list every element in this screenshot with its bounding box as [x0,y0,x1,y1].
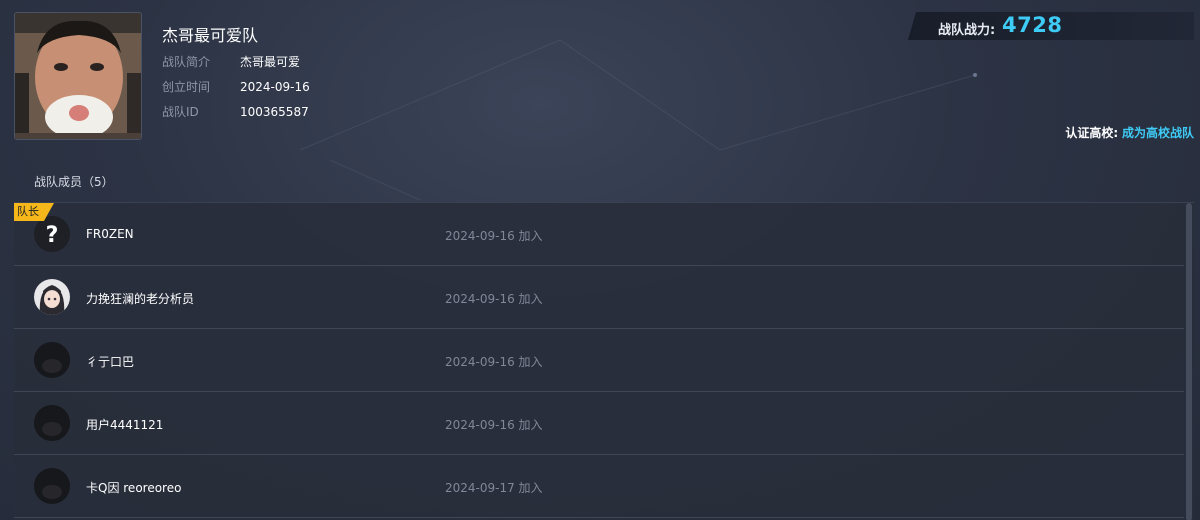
certified-school-row: 认证高校: 成为高校战队 [1065,124,1194,141]
team-id-row: 战队ID 100365587 [162,103,309,120]
dark-avatar-icon [34,342,70,378]
created-value: 2024-09-16 [240,80,310,94]
team-power-box: 战队战力: 4728 [908,12,1194,40]
member-name[interactable]: 卡Q因 reoreoreo [86,479,181,496]
member-join-date: 2024-09-16 加入 [445,292,543,306]
question-mark-avatar-icon: ? [34,216,70,252]
member-row[interactable]: 彳亍口巴 2024-09-16 加入 [14,329,1184,392]
anime-girl-avatar-icon [34,279,70,315]
member-list-scrollbar[interactable] [1186,203,1192,520]
dark-avatar-icon [34,468,70,504]
member-name[interactable]: 用户4441121 [86,416,163,433]
intro-label: 战队简介 [162,55,211,69]
svg-text:?: ? [46,223,59,248]
team-avatar [14,12,142,140]
team-intro-row: 战队简介 杰哥最可爱 [162,53,300,70]
member-row[interactable]: ? FR0ZEN 2024-09-16 加入 [14,203,1184,266]
member-row[interactable]: 力挽狂澜的老分析员 2024-09-16 加入 [14,266,1184,329]
intro-value: 杰哥最可爱 [240,55,301,69]
power-label: 战队战力: [938,23,996,38]
dark-avatar-icon [34,405,70,441]
team-id-label: 战队ID [162,105,199,119]
member-join-date: 2024-09-16 加入 [445,418,543,432]
power-value: 4728 [1002,13,1063,37]
become-school-team-link[interactable]: 成为高校战队 [1122,126,1194,140]
member-name[interactable]: FR0ZEN [86,227,134,241]
member-join-date: 2024-09-16 加入 [445,355,543,369]
member-join-date: 2024-09-16 加入 [445,229,543,243]
team-name: 杰哥最可爱队 [162,26,259,45]
created-label: 创立时间 [162,80,211,94]
member-join-date: 2024-09-17 加入 [445,481,543,495]
members-title: 战队成员（5） [34,175,114,189]
member-list: 队长 ? FR0ZEN 2024-09-16 加入 力挽狂澜的老分析员 2024… [14,202,1194,520]
member-name[interactable]: 彳亍口巴 [86,353,134,370]
member-row[interactable]: 卡Q因 reoreoreo 2024-09-17 加入 [14,455,1184,518]
team-created-row: 创立时间 2024-09-16 [162,78,310,95]
member-name[interactable]: 力挽狂澜的老分析员 [86,290,194,307]
member-row[interactable]: 用户4441121 2024-09-16 加入 [14,392,1184,455]
school-label: 认证高校: [1065,126,1119,140]
team-id-value: 100365587 [240,105,309,119]
